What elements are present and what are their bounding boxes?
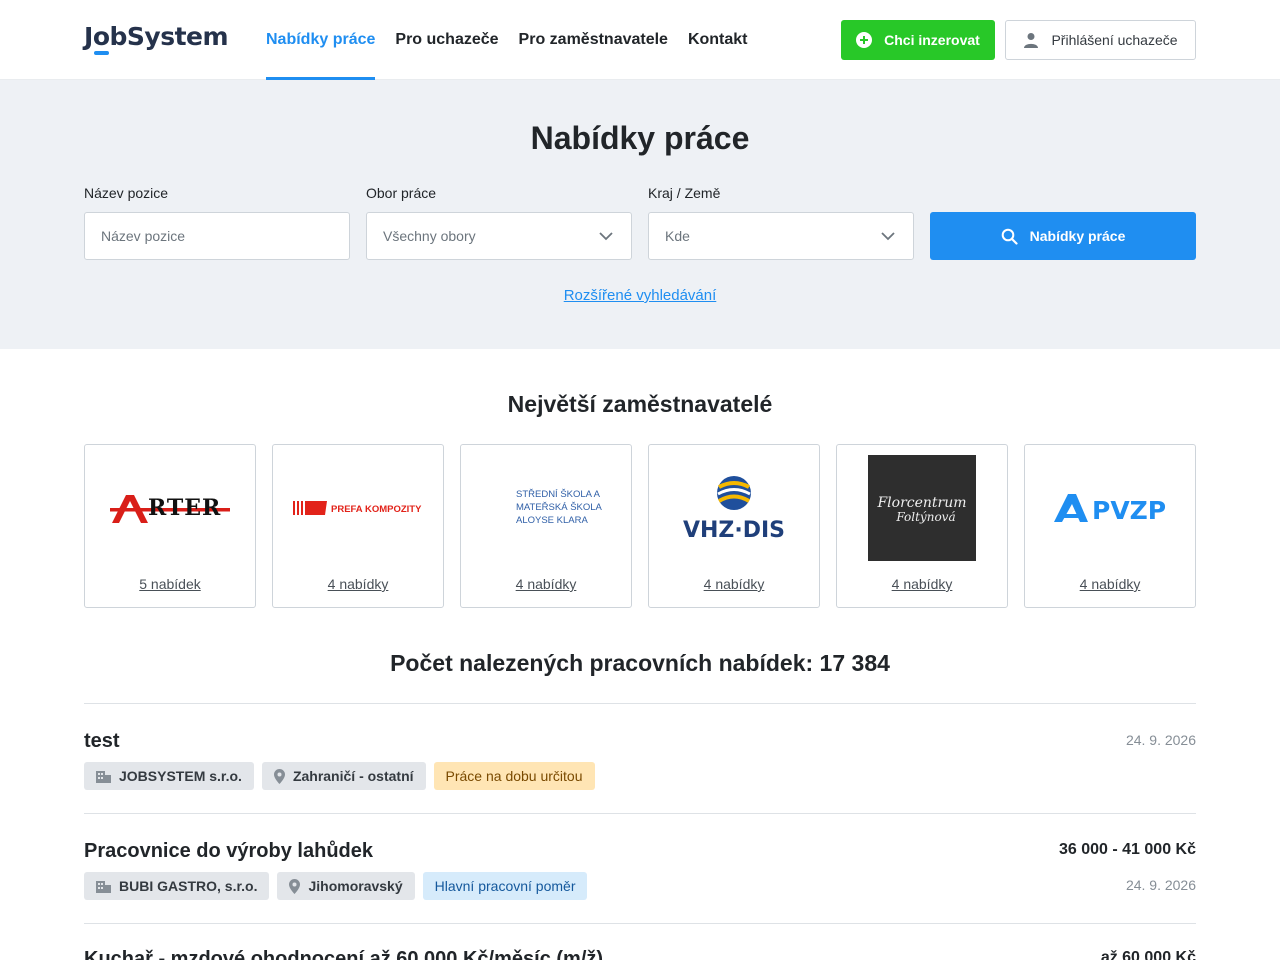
page-title: Nabídky práce	[530, 120, 750, 156]
svg-text:PREFA KOMPOZITY: PREFA KOMPOZITY	[331, 504, 422, 515]
candidate-login-button[interactable]: Přihlášení uchazeče	[1005, 20, 1196, 60]
search-button-label: Nabídky práce	[1029, 228, 1126, 244]
results-count-title: Počet nalezených pracovních nabídek: 17 …	[390, 650, 890, 676]
svg-text:ALOYSE KLARA: ALOYSE KLARA	[516, 515, 588, 526]
position-input[interactable]: Název pozice	[84, 212, 350, 260]
field-label: Obor práce	[366, 185, 437, 201]
region-select-value: Kde	[665, 228, 690, 244]
employer-offer-count[interactable]: 5 nabídek	[85, 576, 255, 592]
employer-card-florcentrum[interactable]: Florcentrum Foltýnová 4 nabídky	[836, 444, 1008, 608]
employer-card-pvzp[interactable]: PVZP 4 nabídky	[1024, 444, 1196, 608]
building-icon	[96, 881, 111, 893]
field-select-value: Všechny obory	[383, 228, 476, 244]
employer-card-arter[interactable]: RTER 5 nabídek	[84, 444, 256, 608]
svg-text:MATEŘSKÁ ŠKOLA: MATEŘSKÁ ŠKOLA	[516, 502, 603, 513]
advanced-search-link[interactable]: Rozšířené vyhledávání	[564, 287, 717, 304]
post-job-button[interactable]: Chci inzerovat	[841, 20, 995, 60]
region-select[interactable]: Kde	[648, 212, 914, 260]
job-listing[interactable]: Kuchař - mzdové ohodnocení až 60 000 Kč/…	[84, 923, 1196, 960]
chevron-down-icon	[599, 232, 613, 241]
plus-circle-icon	[856, 32, 873, 48]
svg-text:RTER: RTER	[148, 495, 221, 521]
employer-offer-count[interactable]: 4 nabídky	[649, 576, 819, 592]
vhz-dis-logo: VHZ·DIS	[659, 455, 809, 561]
employer-offer-count[interactable]: 4 nabídky	[837, 576, 1007, 592]
svg-text:Foltýnová: Foltýnová	[895, 510, 955, 524]
job-date: 24. 9. 2026	[1125, 877, 1196, 893]
map-pin-icon	[273, 768, 285, 784]
job-tags: BUBI GASTRO, s.r.o. Jihomoravský Hlavní …	[84, 872, 588, 900]
job-date: 24. 9. 2026	[1125, 732, 1196, 748]
employer-card-school[interactable]: STŘEDNÍ ŠKOLA A MATEŘSKÁ ŠKOLA ALOYSE KL…	[460, 444, 632, 608]
location-name: Zahraničí - ostatní	[292, 768, 414, 784]
position-placeholder: Název pozice	[101, 228, 186, 244]
candidate-login-label: Přihlášení uchazeče	[1051, 32, 1178, 48]
employment-type-tag: Práce na dobu určitou	[433, 762, 595, 790]
site-logo[interactable]: JobSystem	[84, 22, 229, 55]
location-tag: Jihomoravský	[277, 872, 415, 900]
employer-card-prefa[interactable]: PREFA KOMPOZITY 4 nabídky	[272, 444, 444, 608]
position-label: Název pozice	[84, 185, 169, 201]
nav-contact[interactable]: Kontakt	[688, 0, 748, 80]
chevron-down-icon	[881, 232, 895, 241]
job-listing[interactable]: Pracovnice do výroby lahůdek 36 000 - 41…	[84, 813, 1196, 923]
company-name: BUBI GASTRO, s.r.o.	[119, 878, 258, 894]
building-icon	[96, 771, 111, 783]
employer-offer-count[interactable]: 4 nabídky	[273, 576, 443, 592]
user-icon	[1024, 33, 1039, 48]
job-title[interactable]: test	[84, 730, 120, 753]
florcentrum-logo: Florcentrum Foltýnová	[847, 455, 997, 561]
search-section: Nabídky práce Název pozice Název pozice …	[0, 80, 1280, 349]
advanced-search: Rozšířené vyhledávání	[0, 287, 1280, 304]
job-salary: až 60 000 Kč	[1100, 949, 1196, 960]
employer-offer-count[interactable]: 4 nabídky	[461, 576, 631, 592]
job-listing[interactable]: test 24. 9. 2026 JOBSYSTEM s.r.o. Zahran…	[84, 703, 1196, 813]
location-name: Jihomoravský	[308, 878, 403, 894]
job-tags: JOBSYSTEM s.r.o. Zahraničí - ostatní Prá…	[84, 762, 595, 790]
pvzp-logo: PVZP	[1035, 455, 1185, 561]
job-salary: 36 000 - 41 000 Kč	[1059, 841, 1196, 858]
prefa-logo: PREFA KOMPOZITY	[283, 455, 433, 561]
employment-type-tag: Hlavní pracovní poměr	[422, 872, 588, 900]
employer-card-vhz[interactable]: VHZ·DIS 4 nabídky	[648, 444, 820, 608]
nav-for-employers[interactable]: Pro zaměstnavatele	[519, 0, 668, 80]
arter-logo: RTER	[95, 455, 245, 561]
company-name: JOBSYSTEM s.r.o.	[119, 768, 242, 784]
nav-for-candidates[interactable]: Pro uchazeče	[395, 0, 498, 80]
job-title[interactable]: Kuchař - mzdové ohodnocení až 60 000 Kč/…	[84, 948, 603, 960]
main-nav: Nabídky práce Pro uchazeče Pro zaměstnav…	[266, 0, 768, 80]
svg-text:STŘEDNÍ ŠKOLA A: STŘEDNÍ ŠKOLA A	[516, 489, 601, 500]
employer-offer-count[interactable]: 4 nabídky	[1025, 576, 1195, 592]
field-select[interactable]: Všechny obory	[366, 212, 632, 260]
company-tag: JOBSYSTEM s.r.o.	[84, 762, 254, 790]
map-pin-icon	[289, 878, 301, 894]
svg-text:PVZP: PVZP	[1092, 496, 1166, 524]
location-tag: Zahraničí - ostatní	[261, 762, 426, 790]
svg-text:VHZ·DIS: VHZ·DIS	[683, 518, 785, 541]
site-header: JobSystem Nabídky práce Pro uchazeče Pro…	[0, 0, 1280, 80]
search-button[interactable]: Nabídky práce	[930, 212, 1196, 260]
region-label: Kraj / Země	[648, 185, 721, 201]
search-icon	[1001, 228, 1018, 245]
company-tag: BUBI GASTRO, s.r.o.	[84, 872, 270, 900]
post-job-label: Chci inzerovat	[884, 32, 980, 48]
job-title[interactable]: Pracovnice do výroby lahůdek	[84, 840, 373, 863]
nav-job-offers[interactable]: Nabídky práce	[266, 0, 376, 80]
svg-text:Florcentrum: Florcentrum	[876, 495, 966, 511]
school-logo: STŘEDNÍ ŠKOLA A MATEŘSKÁ ŠKOLA ALOYSE KL…	[471, 455, 621, 561]
employers-title: Největší zaměstnavatelé	[507, 391, 773, 417]
